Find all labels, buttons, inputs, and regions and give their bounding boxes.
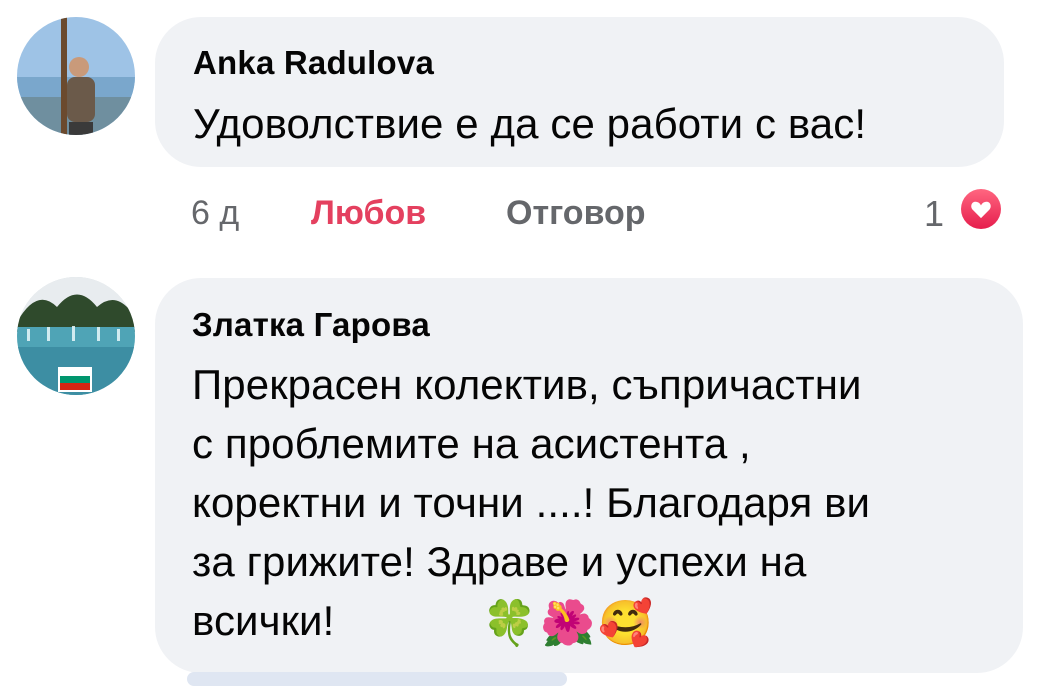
comment-text: Удоволствие е да се работи с вас! xyxy=(193,100,867,147)
reaction-count[interactable]: 1 xyxy=(924,193,944,235)
heart-icon xyxy=(961,189,1001,229)
comment-text-line: за грижите! Здраве и успехи на xyxy=(192,538,807,585)
comment-author[interactable]: Anka Radulova xyxy=(193,44,434,82)
comment-timestamp[interactable]: 6 д xyxy=(191,194,239,233)
smiling-face-with-hearts-emoji: 🥰 xyxy=(598,599,653,648)
heart-reaction-badge[interactable] xyxy=(958,186,1004,232)
comment-text-line: Прекрасен колектив, съпричастни xyxy=(192,361,862,408)
hibiscus-emoji: 🌺 xyxy=(540,599,595,648)
comment-text-line: с проблемите на асистента , xyxy=(192,420,751,467)
comment-author[interactable]: Златка Гарова xyxy=(192,306,430,344)
next-comment-edge xyxy=(187,672,567,686)
four-leaf-clover-emoji: 🍀 xyxy=(482,599,537,648)
love-reaction-button[interactable]: Любов xyxy=(311,194,426,233)
reply-button[interactable]: Отговор xyxy=(506,194,646,233)
comment-text-line: коректни и точни ....! Благодаря ви xyxy=(192,479,871,526)
bulgaria-flag-icon xyxy=(60,369,90,390)
avatar-anka-radulova[interactable] xyxy=(17,17,135,135)
